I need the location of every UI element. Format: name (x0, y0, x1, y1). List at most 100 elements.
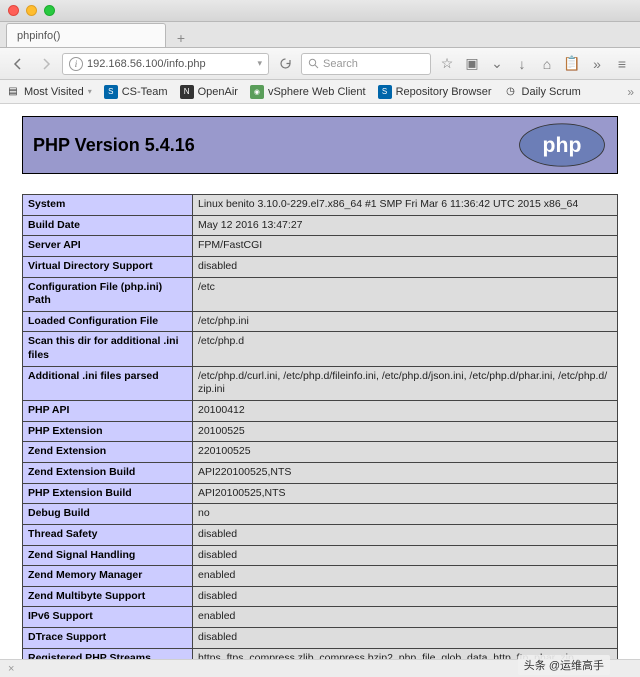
config-key: Build Date (23, 215, 193, 236)
new-tab-button[interactable]: + (170, 29, 192, 47)
config-value: disabled (193, 545, 618, 566)
config-value: enabled (193, 566, 618, 587)
bookmark-star-button[interactable]: ☆ (435, 53, 459, 75)
config-key: System (23, 195, 193, 216)
downloads-button[interactable]: ↓ (510, 53, 534, 75)
dropdown-icon: ▾ (88, 87, 92, 96)
overflow-button[interactable]: » (585, 53, 609, 75)
config-key: Thread Safety (23, 524, 193, 545)
config-value: May 12 2016 13:47:27 (193, 215, 618, 236)
bookmark-vsphere[interactable]: ◉ vSphere Web Client (250, 85, 366, 99)
browser-tab[interactable]: phpinfo() (6, 23, 166, 47)
bookmarks-bar: ▤ Most Visited ▾ S CS-Team N OpenAir ◉ v… (0, 80, 640, 104)
config-value: 20100412 (193, 401, 618, 422)
bookmark-daily-scrum[interactable]: ◷ Daily Scrum (504, 85, 581, 99)
favicon-icon: S (378, 85, 392, 99)
config-key: IPv6 Support (23, 607, 193, 628)
favicon-icon: ◉ (250, 85, 264, 99)
config-key: DTrace Support (23, 628, 193, 649)
table-row: Loaded Configuration File/etc/php.ini (23, 311, 618, 332)
table-row: SystemLinux benito 3.10.0-229.el7.x86_64… (23, 195, 618, 216)
table-row: Configuration File (php.ini) Path/etc (23, 277, 618, 311)
bookmarks-overflow-button[interactable]: » (627, 85, 634, 99)
forward-button[interactable] (34, 53, 58, 75)
table-row: Zend Multibyte Supportdisabled (23, 586, 618, 607)
svg-text:php: php (543, 134, 582, 157)
toolbar-right: ☆ ▣ ⌄ ↓ ⌂ 📋 » ≡ (435, 53, 634, 75)
config-value: no (193, 504, 618, 525)
watermark: 头条 @运维高手 (518, 655, 610, 675)
bookmark-cs-team[interactable]: S CS-Team (104, 85, 168, 99)
table-row: Zend Signal Handlingdisabled (23, 545, 618, 566)
table-row: PHP Extension20100525 (23, 421, 618, 442)
close-window-button[interactable] (8, 5, 19, 16)
list-icon: ▤ (6, 85, 20, 99)
sidebar-button[interactable]: ▣ (460, 53, 484, 75)
back-button[interactable] (6, 53, 30, 75)
search-input[interactable]: Search (301, 53, 431, 75)
config-value: /etc/php.d (193, 332, 618, 366)
url-text: 192.168.56.100/info.php (87, 58, 206, 70)
config-value: FPM/FastCGI (193, 236, 618, 257)
table-row: PHP Extension BuildAPI20100525,NTS (23, 483, 618, 504)
reload-button[interactable] (273, 53, 297, 75)
window-titlebar (0, 0, 640, 22)
config-value: API220100525,NTS (193, 462, 618, 483)
maximize-window-button[interactable] (44, 5, 55, 16)
config-value: disabled (193, 586, 618, 607)
search-icon (308, 58, 319, 69)
table-row: Server APIFPM/FastCGI (23, 236, 618, 257)
config-key: PHP API (23, 401, 193, 422)
favicon-icon: N (180, 85, 194, 99)
arrow-right-icon (40, 58, 52, 70)
config-value: disabled (193, 256, 618, 277)
table-row: Zend Extension220100525 (23, 442, 618, 463)
config-value: Linux benito 3.10.0-229.el7.x86_64 #1 SM… (193, 195, 618, 216)
clock-icon: ◷ (504, 85, 518, 99)
config-key: Zend Extension (23, 442, 193, 463)
navigation-bar: i 192.168.56.100/info.php ▾ Search ☆ ▣ ⌄… (0, 48, 640, 80)
config-key: PHP Extension Build (23, 483, 193, 504)
page-content[interactable]: PHP Version 5.4.16 php SystemLinux benit… (0, 104, 640, 659)
bookmark-most-visited[interactable]: ▤ Most Visited ▾ (6, 85, 92, 99)
table-row: Debug Buildno (23, 504, 618, 525)
tab-bar: phpinfo() + (0, 22, 640, 48)
config-key: Virtual Directory Support (23, 256, 193, 277)
table-row: DTrace Supportdisabled (23, 628, 618, 649)
config-key: Registered PHP Streams (23, 648, 193, 659)
site-info-icon[interactable]: i (69, 57, 83, 71)
favicon-icon: S (104, 85, 118, 99)
table-row: Build DateMay 12 2016 13:47:27 (23, 215, 618, 236)
home-button[interactable]: ⌂ (535, 53, 559, 75)
clipboard-button[interactable]: 📋 (560, 53, 584, 75)
php-header: PHP Version 5.4.16 php (22, 116, 618, 174)
bookmark-repo-browser[interactable]: S Repository Browser (378, 85, 492, 99)
config-value: disabled (193, 524, 618, 545)
status-bar: × 头条 @运维高手 (0, 659, 640, 677)
config-value: /etc/php.ini (193, 311, 618, 332)
config-value: /etc (193, 277, 618, 311)
table-row: Additional .ini files parsed/etc/php.d/c… (23, 366, 618, 400)
minimize-window-button[interactable] (26, 5, 37, 16)
php-info-table: SystemLinux benito 3.10.0-229.el7.x86_64… (22, 194, 618, 659)
pocket-button[interactable]: ⌄ (485, 53, 509, 75)
url-dropdown-icon[interactable]: ▾ (257, 58, 262, 69)
config-value: 220100525 (193, 442, 618, 463)
config-key: Zend Multibyte Support (23, 586, 193, 607)
status-close-icon[interactable]: × (8, 663, 14, 675)
table-row: Thread Safetydisabled (23, 524, 618, 545)
config-key: Additional .ini files parsed (23, 366, 193, 400)
table-row: Zend Memory Managerenabled (23, 566, 618, 587)
config-key: PHP Extension (23, 421, 193, 442)
config-key: Zend Signal Handling (23, 545, 193, 566)
config-key: Zend Memory Manager (23, 566, 193, 587)
config-key: Loaded Configuration File (23, 311, 193, 332)
table-row: PHP API20100412 (23, 401, 618, 422)
arrow-left-icon (12, 58, 24, 70)
config-key: Configuration File (php.ini) Path (23, 277, 193, 311)
menu-button[interactable]: ≡ (610, 53, 634, 75)
url-input[interactable]: i 192.168.56.100/info.php ▾ (62, 53, 269, 75)
search-placeholder: Search (323, 58, 358, 70)
config-key: Scan this dir for additional .ini files (23, 332, 193, 366)
bookmark-openair[interactable]: N OpenAir (180, 85, 238, 99)
